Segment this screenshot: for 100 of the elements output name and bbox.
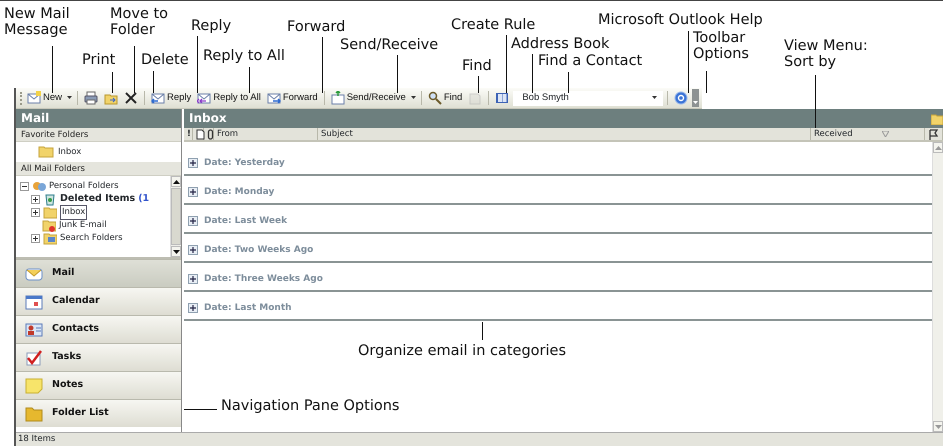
callout-label: Print [82, 52, 116, 68]
book-icon [495, 91, 510, 105]
toolbar-button[interactable]: Reply [149, 89, 194, 107]
leader-line [506, 35, 507, 93]
folder-item[interactable]: Search Folders [60, 232, 123, 245]
toolbar-button[interactable]: Find [426, 89, 464, 107]
expand-toggle[interactable] [31, 195, 40, 204]
column-header[interactable]: ! [184, 128, 193, 140]
pane-title: Mail [16, 109, 181, 128]
leader-line [52, 46, 53, 93]
nav-button[interactable]: Contacts [16, 315, 181, 343]
folder-icon [25, 405, 43, 422]
expand-toggle[interactable] [31, 234, 40, 243]
callout-label: Address Book [511, 36, 610, 52]
leader-line [478, 76, 479, 93]
folder-icon [43, 232, 57, 245]
folder-icon [38, 146, 54, 158]
leader-line [112, 72, 113, 93]
folder-item[interactable]: Inbox [16, 142, 181, 162]
folder-item[interactable]: Inbox [60, 205, 88, 220]
grip-handle[interactable] [20, 92, 23, 104]
callout-label: Reply to All [203, 48, 285, 64]
leader-line [197, 36, 198, 93]
contact-search-field[interactable]: Bob Smyth [513, 90, 664, 106]
pane-title: Inbox [189, 110, 227, 127]
nav-button[interactable]: Calendar [16, 287, 181, 315]
expand-icon [188, 274, 198, 284]
folder-icon [42, 219, 56, 232]
expand-icon [188, 245, 198, 256]
toolbar-button[interactable]: Send/Receive [328, 89, 408, 107]
callout-label: Microsoft Outlook Help [598, 12, 763, 28]
help-icon [674, 91, 688, 105]
document-icon [196, 128, 205, 140]
callout-label: Send/Receive [340, 37, 438, 54]
envelope-icon [27, 91, 41, 105]
chevron-icon [693, 101, 698, 105]
envelope-arrow-icon [330, 91, 345, 105]
dropdown-arrow-icon[interactable] [66, 95, 74, 101]
toolbar-button[interactable]: Forward [264, 89, 320, 107]
document-icon [468, 91, 482, 105]
calendar-icon [25, 293, 43, 310]
scroll-down-icon[interactable] [172, 250, 180, 254]
callout-label: Find a Contact [538, 53, 642, 70]
leader-line [482, 322, 483, 340]
note-icon [25, 377, 43, 394]
unread-count: (1 [138, 192, 150, 206]
callout-label: Forward [287, 19, 346, 36]
leader-line [706, 71, 707, 93]
callout-label: Delete [141, 52, 189, 68]
leader-line [568, 72, 569, 93]
toolbar-button[interactable]: New [25, 89, 64, 107]
dropdown-arrow-icon [651, 95, 658, 101]
column-header[interactable]: Subject [318, 128, 811, 140]
toolbar-options-button[interactable] [692, 89, 700, 107]
column-header[interactable]: From [214, 128, 318, 140]
expand-icon [188, 158, 198, 168]
leader-line [532, 54, 533, 93]
scrollbar[interactable] [170, 176, 181, 257]
folder-icon [43, 206, 57, 219]
nav-button[interactable]: Tasks [16, 343, 181, 371]
toolbar-button[interactable]: Reply to All [195, 89, 263, 107]
nav-button[interactable]: Mail [16, 259, 181, 287]
expand-toggle[interactable] [31, 208, 40, 217]
x-icon [124, 91, 138, 105]
leader-line [688, 31, 689, 93]
search-icon [428, 91, 442, 105]
nav-button[interactable]: Folder List [16, 399, 181, 427]
toolbar-button[interactable] [82, 89, 100, 107]
expand-icon [188, 187, 198, 198]
folder-item[interactable]: Junk E-mail [59, 219, 107, 232]
section-heading: All Mail Folders [16, 162, 181, 176]
dropdown-arrow-icon[interactable] [410, 95, 417, 101]
callout-label: Organize email in categories [358, 343, 566, 360]
folder-icon [931, 112, 943, 124]
callout-label: New Mail Message [4, 6, 71, 38]
callout-label: Create Rule [451, 17, 536, 34]
trash-can-icon [43, 193, 57, 206]
nav-button[interactable]: Notes [16, 371, 181, 399]
leader-line [153, 71, 154, 93]
scroll-up-icon[interactable] [172, 180, 180, 184]
checkmark-icon [25, 349, 43, 366]
paperclip-icon [207, 128, 216, 140]
folder-item[interactable]: Personal Folders [49, 180, 119, 193]
leader-line [134, 46, 135, 93]
folder-item[interactable]: Deleted Items [60, 192, 136, 207]
callout-label: Navigation Pane Options [221, 398, 400, 414]
flag-icon [928, 128, 939, 140]
leader-line [249, 67, 250, 93]
leader-line [322, 37, 323, 93]
column-header[interactable]: Received [811, 128, 925, 140]
expand-icon [188, 303, 198, 314]
expand-icon [188, 216, 198, 226]
printer-icon [84, 91, 98, 105]
contact-card-icon [25, 321, 43, 338]
callout-label: Move to Folder [110, 6, 170, 38]
leader-line [184, 409, 217, 410]
callout-label: View Menu: Sort by [784, 38, 869, 70]
leader-line [397, 55, 398, 93]
collapse-toggle[interactable] [20, 182, 29, 191]
section-heading: Favorite Folders [16, 128, 181, 142]
